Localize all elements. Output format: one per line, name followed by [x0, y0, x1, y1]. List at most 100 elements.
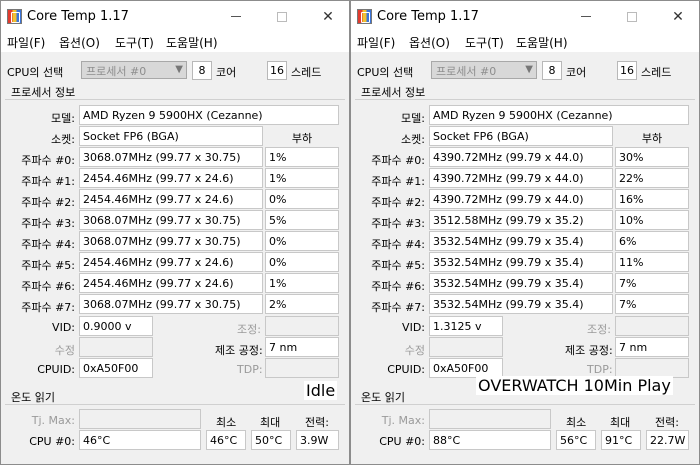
- frequency-label: 주파수 #2:: [21, 196, 75, 209]
- processor-info-title: 프로세서 정보: [11, 86, 76, 99]
- lithography-value: 7 nm: [615, 337, 689, 357]
- adjust-label: 조정:: [237, 323, 261, 336]
- menu-options[interactable]: 옵션(O): [409, 34, 450, 51]
- cpu-select[interactable]: 프로세서 #0 ▼: [431, 61, 537, 79]
- frequency-label: 주파수 #4:: [21, 238, 75, 251]
- load-value: 1%: [265, 273, 339, 293]
- core-temp-app-icon: [7, 9, 22, 24]
- revision-label: 수정: [54, 344, 75, 357]
- menu-file[interactable]: 파일(F): [7, 34, 45, 51]
- menu-file[interactable]: 파일(F): [357, 34, 395, 51]
- vid-label: VID:: [402, 321, 425, 334]
- tdp-value: [265, 358, 339, 378]
- menu-tools[interactable]: 도구(T): [465, 34, 504, 51]
- minimize-button[interactable]: [213, 1, 259, 32]
- core-temp-window-idle: Core Temp 1.17 ✕ 파일(F) 옵션(O) 도구(T) 도움말(H…: [0, 0, 350, 465]
- frequency-label: 주파수 #6:: [21, 280, 75, 293]
- minimize-button[interactable]: [563, 1, 609, 32]
- max-label: 최대: [610, 416, 631, 429]
- maximize-button[interactable]: [609, 1, 655, 32]
- tdp-label: TDP:: [237, 363, 263, 376]
- cpu0-label: CPU #0:: [379, 435, 425, 448]
- close-button[interactable]: ✕: [305, 1, 351, 32]
- vid-value: 0.9000 v: [79, 316, 153, 336]
- menu-options[interactable]: 옵션(O): [59, 34, 100, 51]
- adjust-value: [265, 316, 339, 336]
- frequency-value: 3068.07MHz (99.77 x 30.75): [79, 210, 263, 230]
- menu-help[interactable]: 도움말(H): [516, 34, 568, 51]
- cpuid-value: 0xA50F00: [79, 358, 153, 378]
- threads-count: 16: [267, 61, 287, 80]
- cpu0-max: 91°C: [601, 430, 641, 450]
- title-bar: Core Temp 1.17 ✕: [351, 1, 699, 32]
- load-value: 11%: [615, 252, 689, 272]
- adjust-value: [615, 316, 689, 336]
- frequency-label: 주파수 #5:: [371, 259, 425, 272]
- frequency-value: 3532.54MHz (99.79 x 35.4): [429, 294, 613, 314]
- chevron-down-icon: ▼: [525, 64, 533, 75]
- load-value: 5%: [265, 210, 339, 230]
- cpu0-label: CPU #0:: [29, 435, 75, 448]
- frequency-value: 3512.58MHz (99.79 x 35.2): [429, 210, 613, 230]
- frequency-label: 주파수 #0:: [21, 154, 75, 167]
- frequency-value: 2454.46MHz (99.77 x 24.6): [79, 273, 263, 293]
- maximize-icon: [627, 11, 637, 22]
- cpuid-label: CPUID:: [37, 363, 75, 376]
- minimize-icon: [581, 16, 591, 17]
- load-value: 22%: [615, 168, 689, 188]
- cpu-select-label: CPU의 선택: [7, 66, 64, 79]
- cores-count: 8: [542, 61, 562, 80]
- frequency-value: 3532.54MHz (99.79 x 35.4): [429, 273, 613, 293]
- group-divider: [5, 404, 345, 405]
- close-icon: ✕: [322, 8, 334, 25]
- frequency-value: 4390.72MHz (99.79 x 44.0): [429, 147, 613, 167]
- lithography-label: 제조 공정:: [565, 344, 613, 357]
- frequency-value: 3068.07MHz (99.77 x 30.75): [79, 294, 263, 314]
- load-value: 30%: [615, 147, 689, 167]
- load-value: 0%: [265, 231, 339, 251]
- close-button[interactable]: ✕: [655, 1, 700, 32]
- model-label: 모델:: [401, 112, 425, 125]
- frequency-label: 주파수 #1:: [371, 175, 425, 188]
- frequency-label: 주파수 #6:: [371, 280, 425, 293]
- close-icon: ✕: [672, 8, 684, 25]
- cores-label: 코어: [566, 66, 587, 79]
- lithography-value: 7 nm: [265, 337, 339, 357]
- maximize-button[interactable]: [259, 1, 305, 32]
- menu-help[interactable]: 도움말(H): [166, 34, 218, 51]
- cpu0-power: 22.7W: [646, 430, 689, 450]
- cpu0-max: 50°C: [251, 430, 291, 450]
- load-value: 10%: [615, 210, 689, 230]
- frequency-value: 4390.72MHz (99.79 x 44.0): [429, 168, 613, 188]
- tdp-value: [615, 358, 689, 378]
- frequency-label: 주파수 #0:: [371, 154, 425, 167]
- cpu0-power: 3.9W: [296, 430, 339, 450]
- min-label: 최소: [566, 416, 587, 429]
- model-value: AMD Ryzen 9 5900HX (Cezanne): [429, 105, 689, 125]
- frequency-value: 4390.72MHz (99.79 x 44.0): [429, 189, 613, 209]
- vid-label: VID:: [52, 321, 75, 334]
- cpu-select[interactable]: 프로세서 #0 ▼: [81, 61, 187, 79]
- frequency-label: 주파수 #7:: [21, 301, 75, 314]
- lithography-label: 제조 공정:: [215, 344, 263, 357]
- group-divider: [355, 99, 695, 100]
- cpu-select-value: 프로세서 #0: [436, 65, 497, 78]
- load-value: 0%: [265, 189, 339, 209]
- idle-caption: Idle: [304, 381, 338, 400]
- min-label: 최소: [216, 416, 237, 429]
- group-divider: [355, 404, 695, 405]
- title-bar: Core Temp 1.17 ✕: [1, 1, 349, 32]
- vid-value: 1.3125 v: [429, 316, 503, 336]
- minimize-icon: [231, 16, 241, 17]
- load-value: 1%: [265, 147, 339, 167]
- menu-tools[interactable]: 도구(T): [115, 34, 154, 51]
- socket-value: Socket FP6 (BGA): [429, 126, 613, 146]
- socket-label: 소켓:: [51, 133, 75, 146]
- cpuid-label: CPUID:: [387, 363, 425, 376]
- load-value: 1%: [265, 168, 339, 188]
- frequency-label: 주파수 #1:: [21, 175, 75, 188]
- window-title: Core Temp 1.17: [27, 9, 129, 24]
- frequency-label: 주파수 #7:: [371, 301, 425, 314]
- load-header: 부하: [291, 132, 313, 145]
- frequency-value: 3068.07MHz (99.77 x 30.75): [79, 147, 263, 167]
